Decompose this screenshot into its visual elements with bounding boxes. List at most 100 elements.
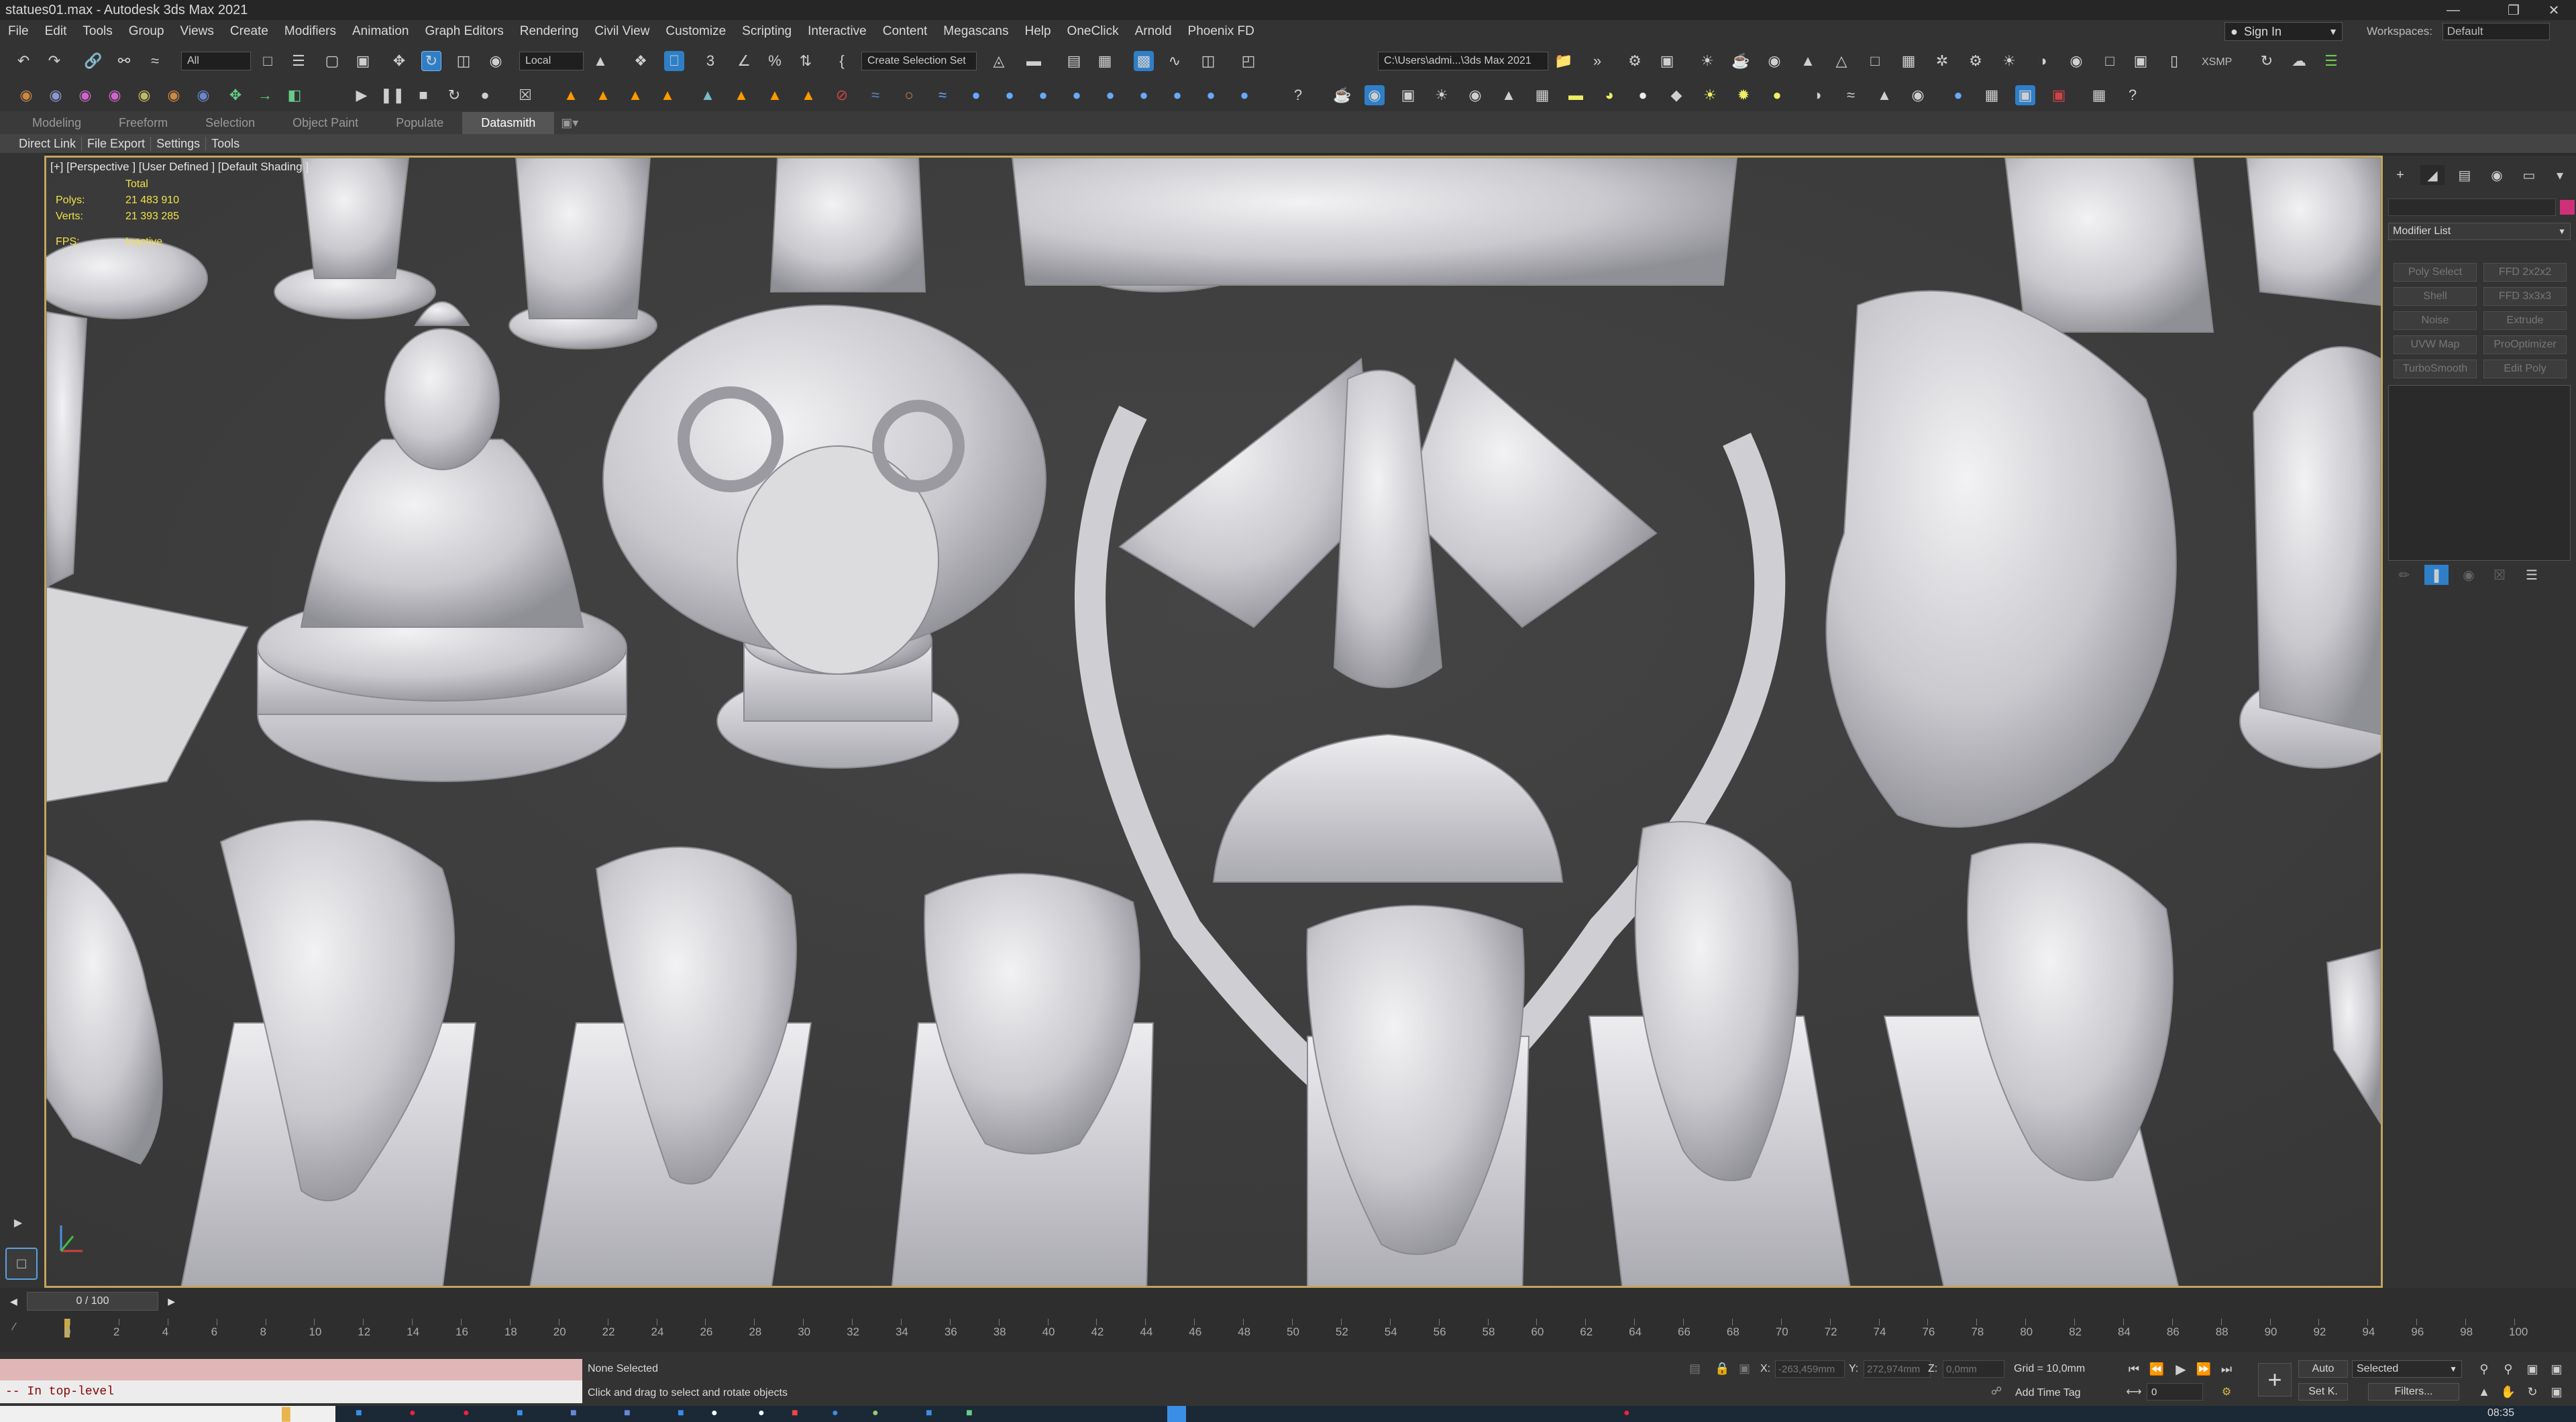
sphere-light-icon[interactable]: ● <box>1633 85 1653 105</box>
mesh-light-icon[interactable]: ◆ <box>1666 85 1686 105</box>
fur-icon[interactable]: ≈ <box>1841 85 1861 105</box>
fire-source-icon[interactable]: ▲ <box>593 85 613 105</box>
direct-link-button[interactable]: Direct Link <box>13 136 83 151</box>
menu-phoenix-fd[interactable]: Phoenix FD <box>1180 24 1263 39</box>
menu-customize[interactable]: Customize <box>657 24 734 39</box>
menu-animation[interactable]: Animation <box>344 24 417 39</box>
goto-end-icon[interactable]: ⏭ <box>2216 1359 2237 1379</box>
prev-key-icon[interactable]: ⏪ <box>2147 1359 2167 1379</box>
env-fog-icon[interactable]: ◉ <box>1908 85 1928 105</box>
next-key-icon[interactable]: ⏩ <box>2194 1359 2214 1379</box>
loop-icon[interactable]: ↻ <box>444 85 464 105</box>
smoke-icon[interactable]: ▲ <box>731 85 751 105</box>
zoom-all-icon[interactable]: ⚲ <box>2498 1359 2518 1379</box>
shadow-icon[interactable]: ◑ <box>2033 51 2053 71</box>
curve-editor-icon[interactable]: ∿ <box>1165 51 1185 71</box>
align-icon[interactable]: ▬ <box>1024 51 1044 71</box>
zoom-extents-icon[interactable]: ▣ <box>2522 1359 2542 1379</box>
menu-create[interactable]: Create <box>222 24 276 39</box>
isolate-selection-icon[interactable]: ▤ <box>1689 1362 1701 1376</box>
adobe-taskbar-icon[interactable]: ■ <box>792 1407 798 1419</box>
absolute-mode-icon[interactable]: ▣ <box>1739 1362 1750 1376</box>
workspaces-selector[interactable]: Workspaces: Default <box>2367 23 2550 40</box>
hierarchy-tab-icon[interactable]: ▤ <box>2453 165 2477 185</box>
file-export-button[interactable]: File Export <box>82 136 152 151</box>
select-move-icon[interactable]: ✥ <box>389 51 409 71</box>
angle-snap-icon[interactable]: ∠ <box>734 51 754 71</box>
ship-icon[interactable]: ● <box>1134 85 1154 105</box>
modify-tab-icon[interactable]: ◢ <box>2420 165 2445 185</box>
container-update-icon[interactable]: ◉ <box>164 85 184 105</box>
settings-icon[interactable]: ▦ <box>2089 85 2109 105</box>
rectangular-region-icon[interactable]: ▢ <box>322 51 342 71</box>
viewport-label[interactable]: [+] [Perspective ] [User Defined ] [Defa… <box>50 160 309 174</box>
vortex-icon[interactable]: ● <box>1067 85 1087 105</box>
workspaces-value[interactable]: Default <box>2442 23 2550 40</box>
unlink-icon[interactable]: ⚯ <box>114 51 134 71</box>
light-icon[interactable]: ☀ <box>1697 51 1717 71</box>
tab-modeling[interactable]: Modeling <box>13 116 100 134</box>
stop-icon[interactable]: ■ <box>413 85 433 105</box>
tools-button[interactable]: Tools <box>206 137 245 151</box>
region-icon[interactable]: ▣ <box>2131 51 2151 71</box>
vray-lights-icon[interactable]: ☀ <box>1432 85 1452 105</box>
sun-light-icon[interactable]: ✹ <box>1733 85 1754 105</box>
select-manipulate-icon[interactable]: ❖ <box>631 51 651 71</box>
foam-icon[interactable]: ○ <box>899 85 919 105</box>
set-project-icon[interactable]: 📁 <box>1554 51 1574 71</box>
select-object-icon[interactable]: □ <box>258 51 278 71</box>
tab-freeform[interactable]: Freeform <box>100 116 186 134</box>
maximize-viewport-icon[interactable]: ▣ <box>2546 1382 2567 1402</box>
frame-buffer-icon[interactable]: ▣ <box>1398 85 1418 105</box>
settings-button[interactable]: Settings <box>151 136 207 151</box>
liquid-icon[interactable]: ▲ <box>698 85 718 105</box>
current-frame-field[interactable]: 0 <box>2147 1383 2203 1401</box>
set-key-button[interactable]: Set K. <box>2298 1383 2348 1401</box>
excel-taskbar-icon[interactable]: ■ <box>966 1407 973 1419</box>
layers-icon[interactable]: ☰ <box>2321 51 2341 71</box>
menu-views[interactable]: Views <box>172 24 222 39</box>
vray-mesh-icon[interactable]: ▦ <box>1532 85 1552 105</box>
debug-icon[interactable]: ▣ <box>2049 85 2069 105</box>
track-bar-filter-icon[interactable]: ∕ <box>13 1321 15 1333</box>
orbit-icon[interactable]: ↻ <box>2522 1382 2542 1402</box>
opera-taskbar-icon[interactable]: ● <box>1623 1407 1630 1419</box>
menu-tools[interactable]: Tools <box>74 24 120 39</box>
noise-button[interactable]: Noise <box>2394 311 2477 330</box>
fire-sim-icon[interactable]: ▲ <box>657 85 678 105</box>
poly-select-button[interactable]: Poly Select <box>2394 263 2477 282</box>
app-taskbar-icon[interactable]: ■ <box>356 1407 362 1419</box>
chrome-taskbar-icon[interactable]: ● <box>872 1407 879 1419</box>
edit-named-selection-icon[interactable]: { <box>832 51 852 71</box>
pivot-center-icon[interactable]: ▲ <box>590 51 610 71</box>
camera-icon[interactable]: ◉ <box>1764 51 1784 71</box>
undo-icon[interactable]: ↶ <box>13 51 34 71</box>
clipper-icon[interactable]: ▲ <box>1874 85 1894 105</box>
object-name-field[interactable] <box>2388 199 2556 216</box>
make-unique-icon[interactable]: ◉ <box>2457 565 2481 585</box>
boat-icon[interactable]: ● <box>1167 85 1187 105</box>
render-active-icon[interactable]: ◉ <box>1364 85 1385 105</box>
play-icon[interactable]: ▶ <box>352 85 372 105</box>
spotlight-icon[interactable]: △ <box>1831 51 1851 71</box>
container-open-icon[interactable]: ◉ <box>46 85 66 105</box>
ffd-2x2x2-button[interactable]: FFD 2x2x2 <box>2483 263 2567 282</box>
fire-grid-icon[interactable]: ▲ <box>625 85 645 105</box>
lock-selection-icon[interactable]: 🔒 <box>1715 1362 1729 1376</box>
menu-arnold[interactable]: Arnold <box>1127 24 1180 39</box>
select-rotate-icon[interactable]: ↻ <box>421 51 441 71</box>
frame-icon[interactable]: □ <box>2100 51 2120 71</box>
ffd-3x3x3-button[interactable]: FFD 3x3x3 <box>2483 287 2567 306</box>
overflow-icon[interactable]: » <box>1587 51 1607 71</box>
menu-file[interactable]: File <box>0 24 37 39</box>
select-scale-icon[interactable]: ◫ <box>453 51 474 71</box>
splash-icon[interactable]: ● <box>966 85 986 105</box>
photos-taskbar-icon[interactable]: ■ <box>678 1407 684 1419</box>
sign-in-button[interactable]: ● Sign In ▼ <box>2224 22 2343 41</box>
maxscript-listener-input[interactable] <box>0 1359 582 1380</box>
pool-icon[interactable]: ● <box>1201 85 1221 105</box>
bulb-icon[interactable]: ◉ <box>2066 51 2086 71</box>
motion-tab-icon[interactable]: ◉ <box>2485 165 2509 185</box>
redo-icon[interactable]: ↷ <box>44 51 64 71</box>
uvw-map-button[interactable]: UVW Map <box>2394 335 2477 354</box>
